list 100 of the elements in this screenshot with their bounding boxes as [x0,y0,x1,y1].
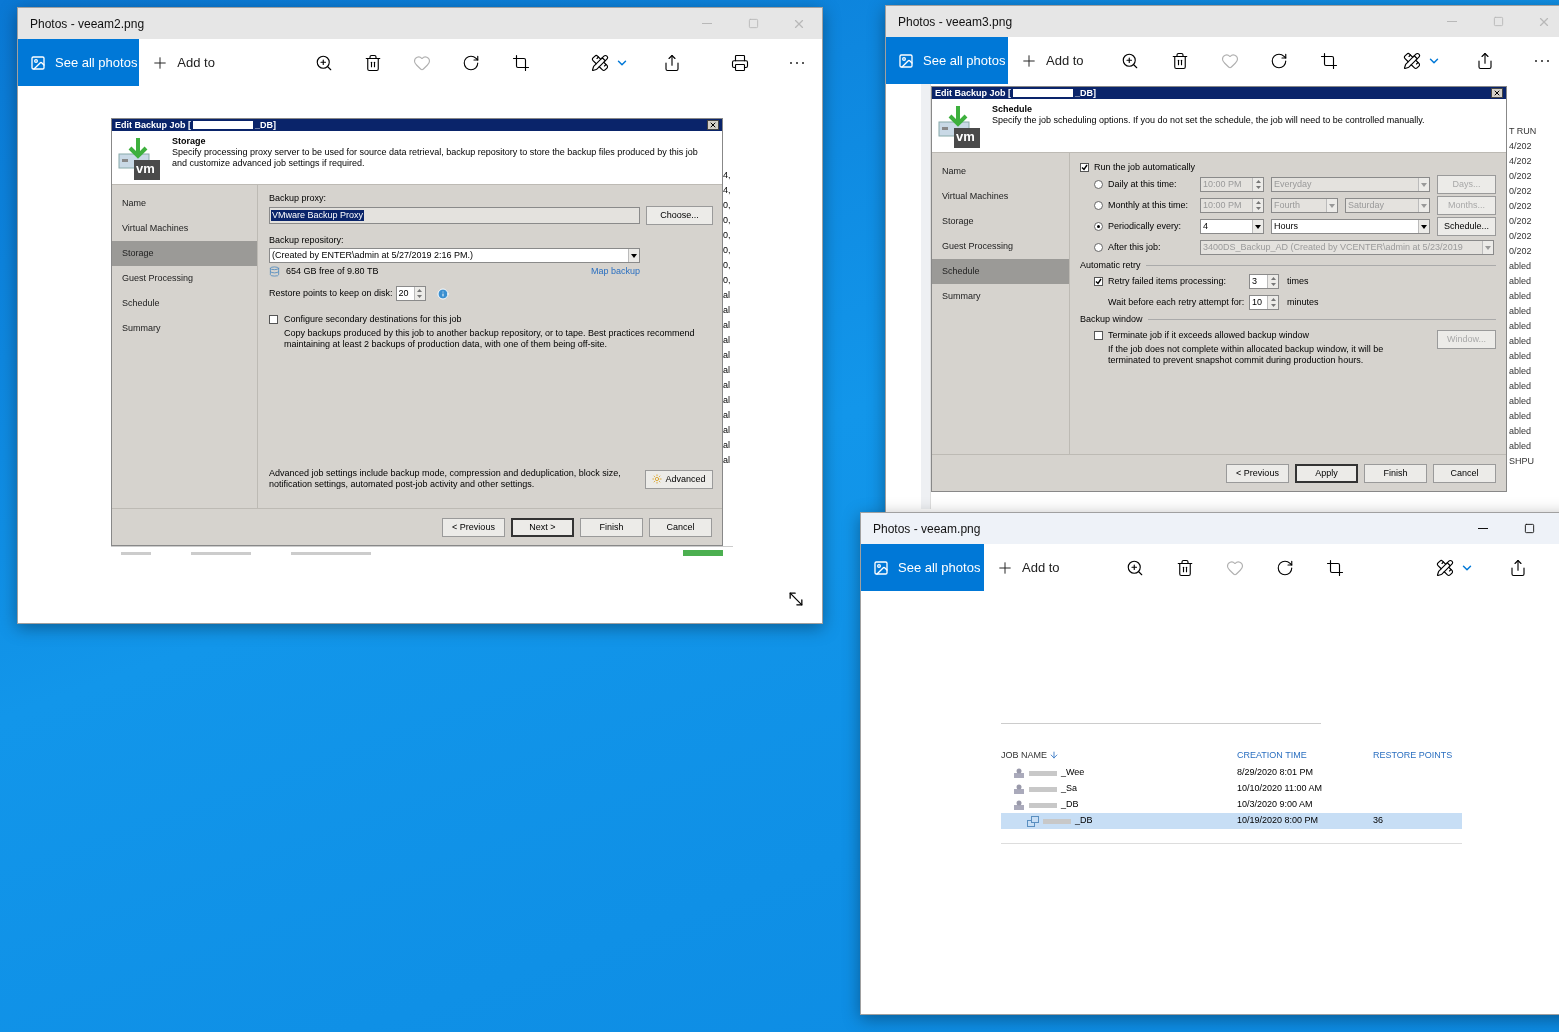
radio-button[interactable] [1094,243,1103,252]
column-header[interactable]: JOB NAME [1001,748,1237,762]
job-name: _Sa [1061,782,1077,796]
redaction-mark [1029,786,1057,792]
radio-button[interactable] [1094,222,1103,231]
dialog-close-button[interactable] [707,120,719,130]
pencil-ruler-icon [1403,51,1422,70]
checkbox[interactable] [1080,162,1089,172]
cropped-table-text: 4/202 [1509,140,1533,153]
job-row[interactable]: _DB 10/3/2020 9:00 AM [1001,797,1462,813]
heart-icon [413,53,432,72]
cropped-table-text: abled [1509,350,1533,363]
cropped-table-text: al [723,364,731,377]
redaction-mark [1029,802,1057,808]
dialog-button[interactable]: < Previous [442,517,505,537]
add-to-button[interactable]: Add to [984,544,1064,591]
picture-icon [873,559,889,576]
heart-icon [1225,558,1244,577]
radio-button[interactable] [1094,180,1103,189]
more-icon [790,61,805,64]
proxy-field[interactable]: VMware Backup Proxy [269,207,640,224]
radio-button[interactable] [1094,201,1103,210]
wizard-step[interactable]: Schedule [932,259,1069,284]
wizard-step[interactable]: Name [112,191,257,216]
redaction-mark [1029,770,1057,776]
restore-points: 36 [1373,814,1383,828]
add-to-button[interactable]: Add to [1008,37,1088,84]
trash-icon [1170,51,1189,70]
retry-wait-spinner[interactable]: 10 [1249,295,1279,310]
dialog-button[interactable]: Schedule... [1437,217,1496,236]
wizard-step[interactable]: Storage [932,209,1069,234]
dialog-button[interactable]: < Previous [1226,463,1289,483]
job-name: _DB [1061,798,1079,812]
picture-icon [30,54,46,71]
wizard-step[interactable]: Name [932,159,1069,184]
dialog-button[interactable]: Apply [1295,463,1358,483]
cropped-table-text: 0, [723,244,732,257]
dialog-button[interactable]: Finish [1364,463,1427,483]
cropped-table-text: al [723,319,731,332]
cropped-table-text: 0/202 [1509,185,1533,198]
checkbox[interactable] [1094,277,1103,286]
advanced-button[interactable]: Advanced [645,469,713,489]
step-title: Storage [172,136,207,147]
crop-icon [1325,558,1344,577]
wizard-step[interactable]: Storage [112,241,257,266]
interval-dropdown[interactable]: 4 [1200,219,1264,234]
unit-label: minutes [1287,297,1319,308]
cropped-table-text: al [723,334,731,347]
job-icon [1013,799,1025,811]
cropped-table-text: abled [1509,320,1533,333]
free-space-text: 654 GB free of 9.80 TB [286,266,379,277]
repository-dropdown[interactable]: (Created by ENTER\admin at 5/27/2019 2:16 PM.) [269,248,640,263]
job-row[interactable]: _Sa 10/10/2020 11:00 AM [1001,781,1462,797]
dialog-button[interactable]: Cancel [1433,463,1496,483]
trash-icon [1175,558,1194,577]
see-all-photos-button[interactable]: See all photos [886,37,1008,84]
job-row[interactable]: _Wee 8/29/2020 8:01 PM [1001,765,1462,781]
checkbox[interactable] [1094,331,1103,340]
job-row[interactable]: _DB 10/19/2020 8:00 PM 36 [1001,813,1462,829]
field-label: Restore points to keep on disk: [269,288,393,299]
cropped-table-text: abled [1509,410,1533,423]
rotate-icon [1270,51,1289,70]
dialog-button[interactable]: Cancel [649,517,712,537]
add-to-button[interactable]: Add to [139,39,219,86]
creation-time: 10/3/2020 9:00 AM [1237,798,1314,812]
copy-job-icon [1027,815,1039,827]
column-header[interactable]: RESTORE POINTS [1373,748,1453,762]
wizard-step[interactable]: Guest Processing [932,234,1069,259]
wizard-step[interactable]: Virtual Machines [112,216,257,241]
wizard-step[interactable]: Guest Processing [112,266,257,291]
cropped-table-text: 4/202 [1509,155,1533,168]
share-icon [1475,51,1494,70]
share-icon [662,53,681,72]
checkbox[interactable] [269,315,278,324]
dialog-button[interactable]: Choose... [646,206,713,225]
wizard-step[interactable]: Schedule [112,291,257,316]
pencil-ruler-icon [1435,558,1454,577]
see-all-photos-button[interactable]: See all photos [18,39,140,86]
wizard-step[interactable]: Virtual Machines [932,184,1069,209]
cropped-table-text: 0, [723,259,732,272]
close-icon [1493,89,1501,97]
job-icon [1013,767,1025,779]
picture-icon [898,52,914,69]
step-description: Specify the job scheduling options. If you do not set the schedule, the job will need to be controlled manually. [992,115,1425,126]
see-all-photos-button[interactable]: See all photos [861,544,984,591]
checkbox-label: Terminate job if it exceeds allowed backup window [1108,330,1311,341]
cropped-table-text: abled [1509,260,1533,273]
wizard-step[interactable]: Summary [112,316,257,341]
dialog-button[interactable]: Next > [511,517,574,537]
column-header[interactable]: CREATION TIME [1237,748,1373,762]
map-backup-link[interactable]: Map backup [590,266,640,277]
cropped-table-text: 0/202 [1509,245,1533,258]
unit-dropdown[interactable]: Hours [1271,219,1430,234]
cropped-table-text: al [723,424,731,437]
retry-count-spinner[interactable]: 3 [1249,274,1279,289]
dialog-button[interactable]: Finish [580,517,643,537]
restore-points-spinner[interactable]: 20 [395,286,426,301]
wizard-step[interactable]: Summary [932,284,1069,309]
info-icon [436,287,449,300]
dialog-close-button[interactable] [1491,88,1503,98]
